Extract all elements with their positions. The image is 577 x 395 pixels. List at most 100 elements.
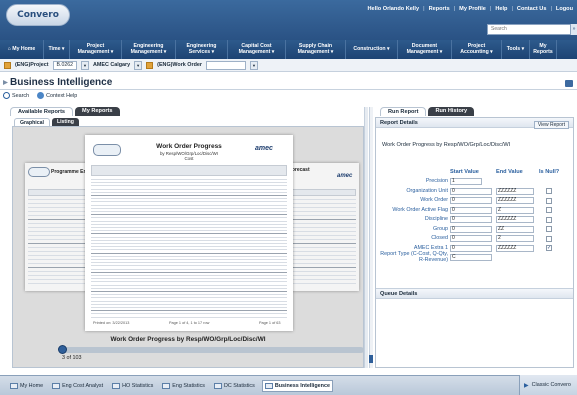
param-start-input[interactable]: 1 — [450, 178, 482, 185]
param-end-input[interactable]: ZZZZZZ — [496, 197, 534, 204]
taskbar-item-1[interactable]: Eng Cost Analyst — [50, 380, 105, 392]
help-link[interactable]: Help — [495, 6, 507, 12]
workorder-select[interactable] — [205, 60, 246, 70]
param-start-input[interactable]: 0 — [450, 197, 492, 204]
nav-item-2[interactable]: Project Management ▾ — [70, 40, 122, 59]
tab-available-reports[interactable]: Available Reports — [10, 107, 74, 116]
param-end-input[interactable]: Z — [496, 206, 534, 214]
context-bar: (ENG)Project B.0262 ▼ AMEC Calgary ▼ (EN… — [0, 59, 577, 72]
my-profile-link[interactable]: My Profile — [459, 6, 486, 12]
table-row — [91, 313, 287, 315]
tab-run-report[interactable]: Run Report — [380, 107, 427, 116]
param-start-input[interactable]: 0 — [450, 244, 492, 252]
window-icon — [162, 382, 171, 389]
collapse-arrow-icon[interactable] — [3, 80, 8, 85]
top-links: Hello Orlando Kelly | Reports | My Profile… — [367, 6, 574, 12]
page-title: Business Intelligence — [10, 77, 113, 88]
nav-item-4[interactable]: Engineering Services ▾ — [176, 40, 228, 59]
main-page-subtitle-cost: Cost — [184, 156, 194, 161]
panel-splitter[interactable] — [369, 107, 373, 368]
param-end-input[interactable]: ZZZZZZ — [496, 216, 534, 223]
param-null-checkbox[interactable] — [546, 207, 552, 213]
classic-convero-button[interactable]: ▶ Classic Convero — [519, 375, 577, 395]
taskbar-item-2[interactable]: HO Statistics — [110, 380, 155, 392]
param-null-checkbox[interactable]: ✓ — [546, 245, 552, 251]
view-subtabs: Graphical Listing — [14, 118, 79, 126]
greeting: Hello Orlando Kelly — [367, 6, 420, 12]
nav-item-9[interactable]: Project Accounting ▾ — [452, 40, 502, 59]
project-select[interactable]: B.0262 — [52, 60, 77, 70]
nav-item-0[interactable]: ⌂ My Home — [0, 40, 44, 59]
panel-options-icon[interactable] — [565, 80, 573, 87]
taskbar-item-label: My Home — [20, 382, 44, 389]
table-row — [91, 262, 287, 264]
param-end-input[interactable]: ZZZZZZ — [496, 244, 534, 252]
param-label: Organization Unit — [406, 187, 448, 194]
param-null-checkbox[interactable] — [546, 197, 552, 204]
param-null-checkbox[interactable] — [546, 226, 552, 232]
tab-my-reports[interactable]: My Reports — [75, 107, 120, 116]
taskbar: My Home Eng Cost Analyst HO Statistics Eng … — [0, 375, 577, 395]
table-row — [91, 281, 287, 283]
param-start-input[interactable]: C — [450, 254, 492, 261]
param-end-input[interactable]: 2 — [496, 235, 534, 242]
table-row — [91, 275, 287, 276]
table-row — [91, 271, 287, 273]
queue-details: Queue Details — [376, 288, 573, 367]
nav-item-7[interactable]: Construction ▾ — [346, 40, 398, 59]
param-start-input[interactable]: 0 — [450, 216, 492, 223]
table-row — [91, 316, 287, 318]
preview-page-main[interactable]: Work Order Progress by Resp/WO/Grp/Loc/D… — [85, 135, 293, 331]
taskbar-item-4[interactable]: DC Statistics — [212, 380, 257, 392]
nav-item-1[interactable]: Time ▾ — [44, 40, 70, 59]
search-button[interactable]: Search — [3, 92, 29, 99]
tab-graphical[interactable]: Graphical — [14, 118, 50, 126]
tab-run-history[interactable]: Run History — [428, 107, 475, 116]
top-header: Convero Hello Orlando Kelly | Reports | My… — [0, 0, 577, 40]
tab-listing[interactable]: Listing — [51, 118, 79, 126]
convero-logo[interactable]: Convero — [6, 4, 70, 26]
param-start-input[interactable]: 0 — [450, 206, 492, 214]
splitter-handle[interactable] — [369, 355, 373, 363]
workorder-dropdown-icon[interactable]: ▼ — [249, 60, 258, 70]
nav-item-5[interactable]: Capital Cost Management ▾ — [228, 40, 286, 59]
param-end-input[interactable]: ZZ — [496, 225, 534, 233]
table-row — [91, 300, 287, 302]
table-row — [91, 294, 287, 296]
left-panel-scrollbar[interactable] — [364, 107, 368, 368]
param-end-input[interactable]: ZZZZZZ — [496, 187, 534, 195]
right-page-brand: amec — [337, 173, 353, 179]
table-row — [91, 198, 287, 200]
context-help-button[interactable]: Context Help — [37, 92, 77, 99]
nav-item-6[interactable]: Supply Chain Management ▾ — [286, 40, 346, 59]
nav-item-8[interactable]: Document Management ▾ — [398, 40, 452, 59]
global-search-input[interactable]: Search — [487, 24, 571, 35]
param-start-input[interactable]: 0 — [450, 235, 492, 242]
page-slider-track[interactable] — [61, 347, 364, 353]
nav-item-3[interactable]: Engineering Management ▾ — [122, 40, 176, 59]
param-start-input[interactable]: 0 — [450, 225, 492, 233]
start-value-header: Start Value — [450, 169, 479, 175]
logout-link[interactable]: Logou — [556, 6, 573, 12]
view-report-button[interactable]: View Report — [533, 121, 569, 129]
param-label: Work Order Active Flag — [392, 206, 448, 213]
search-go-button[interactable]: » — [571, 24, 577, 35]
param-start-input[interactable]: 0 — [450, 187, 492, 195]
nav-item-11[interactable]: My Reports — [530, 40, 557, 59]
table-row — [91, 249, 287, 251]
taskbar-item-3[interactable]: Eng Statistics — [160, 380, 207, 392]
param-null-checkbox[interactable] — [546, 216, 552, 223]
param-null-checkbox[interactable] — [546, 188, 552, 194]
taskbar-item-5[interactable]: Business Intelligence — [261, 379, 333, 392]
param-null-checkbox[interactable] — [546, 235, 552, 242]
company-dropdown-icon[interactable]: ▼ — [134, 60, 143, 70]
taskbar-item-0[interactable]: My Home — [8, 380, 45, 392]
contact-us-link[interactable]: Contact Us — [517, 6, 547, 12]
nav-item-10[interactable]: Tools ▾ — [502, 40, 530, 59]
page-logo-icon — [28, 167, 50, 177]
page-slider-handle[interactable] — [58, 345, 67, 354]
reports-link[interactable]: Reports — [429, 6, 450, 12]
project-dropdown-icon[interactable]: ▼ — [81, 60, 89, 70]
report-preview-carousel[interactable]: Programme Eng Progr PF Forecast ions ame… — [12, 126, 364, 368]
table-row — [91, 233, 287, 235]
